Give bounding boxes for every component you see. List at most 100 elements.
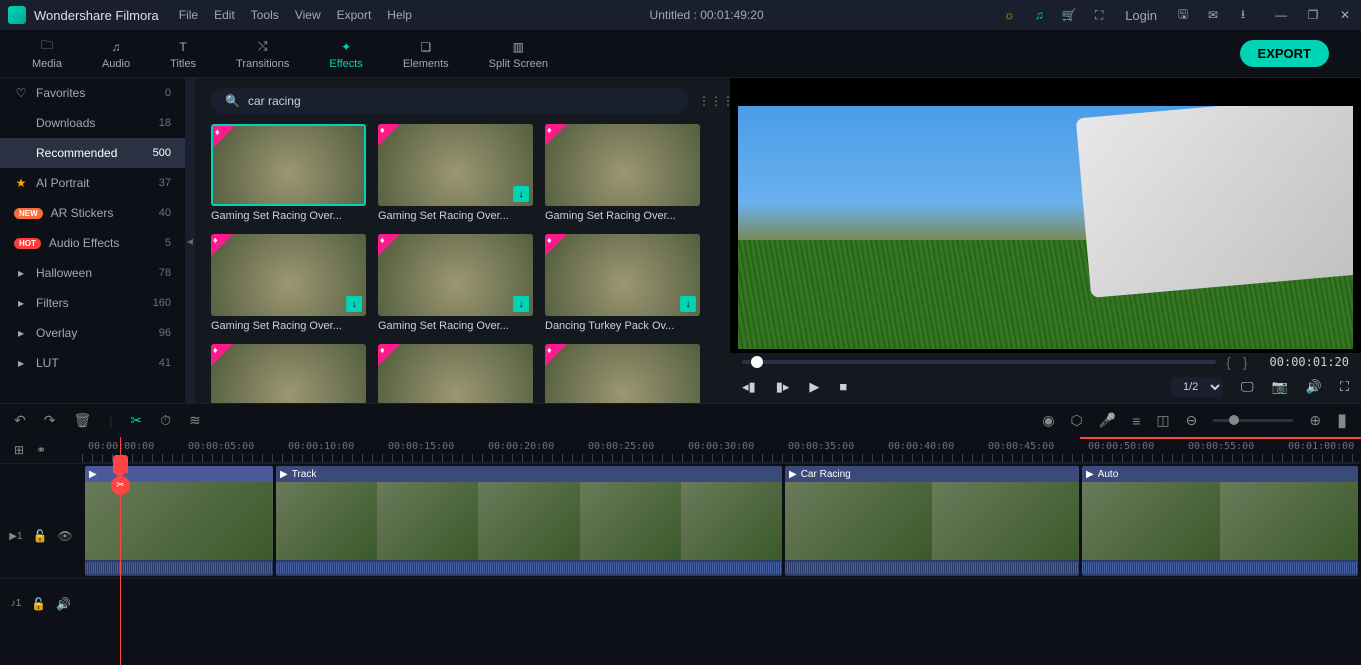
timeline-clip[interactable]: ▶Car Racing (785, 466, 1079, 576)
tab-effects[interactable]: ✦Effects (309, 34, 382, 74)
display-icon[interactable]: 🖵 (1241, 379, 1254, 395)
sidebar-item-downloads[interactable]: Downloads18 (0, 108, 185, 138)
zoom-in-icon[interactable]: ⊕ (1309, 412, 1321, 429)
playhead[interactable]: ✂ (120, 437, 121, 665)
effect-card[interactable] (211, 344, 366, 403)
effect-thumbnail[interactable] (545, 344, 700, 403)
search-input[interactable] (248, 94, 674, 108)
preview-scrubber[interactable] (742, 360, 1216, 364)
delete-icon[interactable]: 🗑 (73, 412, 91, 429)
tab-elements[interactable]: ❏Elements (383, 34, 469, 74)
menu-export[interactable]: Export (337, 8, 372, 22)
download-icon[interactable]: ↓ (513, 186, 529, 202)
effect-card[interactable] (378, 344, 533, 403)
audio-track[interactable] (82, 578, 1361, 628)
volume-icon[interactable]: 🔊 (1306, 379, 1322, 395)
audio-icon[interactable]: ≋ (189, 412, 201, 429)
grid-view-icon[interactable]: ⋮⋮⋮ (698, 94, 714, 108)
add-track-icon[interactable]: ⊞ (14, 443, 24, 457)
sidebar-item-ai-portrait[interactable]: ★AI Portrait37 (0, 168, 185, 198)
timeline-clip[interactable]: ▶Auto (1082, 466, 1358, 576)
lock-icon[interactable]: 🔓 (31, 597, 46, 611)
tab-media[interactable]: 🗀Media (12, 34, 82, 74)
sidebar-item-filters[interactable]: ▸Filters160 (0, 288, 185, 318)
sidebar-collapse[interactable]: ◂ (185, 78, 195, 403)
marker-icon[interactable]: ⬡ (1071, 412, 1083, 429)
effect-thumbnail[interactable]: ↓ (211, 234, 366, 316)
gift-icon[interactable]: ⛶ (1091, 7, 1107, 23)
sidebar-item-audio-effects[interactable]: HOTAudio Effects5 (0, 228, 185, 258)
effect-card[interactable] (545, 344, 700, 403)
effect-thumbnail[interactable]: ↓ (545, 234, 700, 316)
sidebar-item-favorites[interactable]: ♡Favorites0 (0, 78, 185, 108)
play-icon[interactable]: ▶ (809, 379, 819, 395)
cart-icon[interactable]: 🛒 (1061, 7, 1077, 23)
effect-thumbnail[interactable] (378, 344, 533, 403)
idea-icon[interactable]: ☼ (1001, 7, 1017, 23)
visibility-icon[interactable]: 👁 (57, 529, 72, 543)
menu-view[interactable]: View (295, 8, 321, 22)
sidebar-item-recommended[interactable]: Recommended500 (0, 138, 185, 168)
scrubber-handle[interactable] (751, 356, 763, 368)
download-icon[interactable]: ⭳ (1235, 7, 1251, 23)
effect-card[interactable]: ↓Gaming Set Racing Over... (378, 234, 533, 332)
effect-thumbnail[interactable] (545, 124, 700, 206)
tab-transitions[interactable]: ⤭Transitions (216, 34, 309, 74)
zoom-out-icon[interactable]: ⊖ (1186, 412, 1198, 429)
mixer-icon[interactable]: ≡ (1132, 413, 1140, 429)
record-icon[interactable]: 🎤 (1099, 412, 1116, 429)
crop-icon[interactable]: ◫ (1156, 412, 1169, 429)
prev-frame-icon[interactable]: ◂▮ (742, 379, 756, 395)
download-icon[interactable]: ↓ (513, 296, 529, 312)
timeline-ruler[interactable]: 00:00:00:0000:00:05:0000:00:10:0000:00:1… (82, 437, 1361, 463)
preview-video[interactable] (738, 106, 1353, 349)
speed-icon[interactable]: ⏱ (160, 412, 171, 429)
mute-icon[interactable]: 🔊 (56, 597, 71, 611)
split-icon[interactable]: ✂ (111, 476, 130, 495)
minimize-icon[interactable]: — (1273, 7, 1289, 23)
effect-card[interactable]: ↓Gaming Set Racing Over... (211, 234, 366, 332)
sidebar-item-ar-stickers[interactable]: NEWAR Stickers40 (0, 198, 185, 228)
effect-thumbnail[interactable]: ↓ (378, 124, 533, 206)
menu-tools[interactable]: Tools (251, 8, 279, 22)
lock-icon[interactable]: 🔓 (33, 529, 48, 543)
effect-card[interactable]: ↓Gaming Set Racing Over... (378, 124, 533, 222)
effect-thumbnail[interactable] (211, 124, 366, 206)
maximize-icon[interactable]: ❐ (1305, 7, 1321, 23)
redo-icon[interactable]: ↷ (44, 412, 56, 429)
zoom-ratio-select[interactable]: 1/2 (1171, 377, 1223, 397)
fit-icon[interactable]: ▮ (1337, 410, 1347, 431)
effect-thumbnail[interactable] (211, 344, 366, 403)
effect-card[interactable]: Gaming Set Racing Over... (545, 124, 700, 222)
tab-titles[interactable]: TTitles (150, 34, 216, 74)
tab-audio[interactable]: ♫Audio (82, 34, 150, 74)
effect-thumbnail[interactable]: ↓ (378, 234, 533, 316)
video-track[interactable]: ▶▶Track▶Car Racing▶Auto (82, 463, 1361, 578)
tab-split-screen[interactable]: ▥Split Screen (469, 34, 568, 74)
snapshot-icon[interactable]: 📷 (1272, 379, 1288, 395)
sidebar-item-lut[interactable]: ▸LUT41 (0, 348, 185, 378)
zoom-slider[interactable] (1213, 419, 1293, 422)
next-frame-icon[interactable]: ▮▸ (776, 379, 790, 395)
menu-help[interactable]: Help (387, 8, 412, 22)
login-button[interactable]: Login (1121, 8, 1161, 23)
mail-icon[interactable]: ✉ (1205, 7, 1221, 23)
sidebar-item-overlay[interactable]: ▸Overlay96 (0, 318, 185, 348)
export-button[interactable]: EXPORT (1240, 40, 1329, 67)
cut-icon[interactable]: ✂ (130, 412, 142, 429)
timeline-clip[interactable]: ▶Track (276, 466, 782, 576)
close-icon[interactable]: ✕ (1337, 7, 1353, 23)
effect-card[interactable]: ↓Dancing Turkey Pack Ov... (545, 234, 700, 332)
undo-icon[interactable]: ↶ (14, 412, 26, 429)
stop-icon[interactable]: ■ (839, 379, 847, 395)
download-icon[interactable]: ↓ (680, 296, 696, 312)
download-icon[interactable]: ↓ (346, 296, 362, 312)
menu-file[interactable]: File (179, 8, 198, 22)
fullscreen-icon[interactable]: ⛶ (1340, 379, 1349, 395)
effect-card[interactable]: Gaming Set Racing Over... (211, 124, 366, 222)
menu-edit[interactable]: Edit (214, 8, 235, 22)
save-icon[interactable]: 🖫 (1175, 7, 1191, 23)
headphones-icon[interactable]: ♫ (1031, 7, 1047, 23)
mark-brackets[interactable]: {} (1226, 354, 1259, 370)
link-icon[interactable]: ⚭ (36, 443, 46, 457)
